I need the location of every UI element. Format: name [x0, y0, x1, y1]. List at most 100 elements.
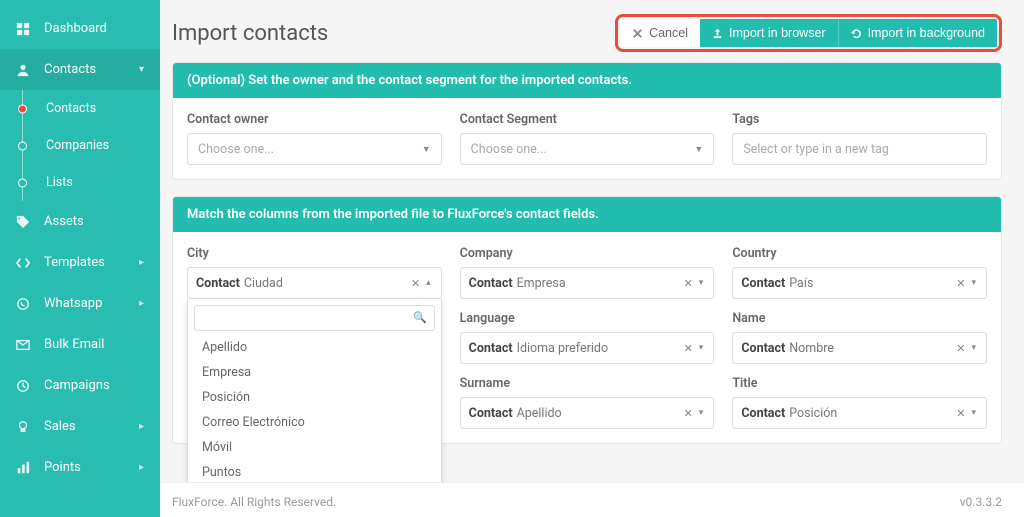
field-mapping-select[interactable]: Contact Posición✕▾	[732, 397, 987, 429]
field-label-owner: Contact owner	[187, 112, 442, 127]
sidebar-item-templates[interactable]: Templates ▸	[0, 242, 160, 283]
import-browser-button[interactable]: Import in browser	[700, 19, 838, 47]
sidebar-item-label: Bulk Email	[44, 337, 104, 352]
clear-icon[interactable]: ✕	[680, 277, 697, 290]
sidebar-item-label: Contacts	[46, 101, 96, 116]
sidebar-subitem-contacts[interactable]: Contacts	[22, 90, 160, 127]
select-placeholder: Choose one...	[471, 142, 547, 157]
caret-icon[interactable]: ▾	[697, 343, 706, 353]
clear-icon[interactable]: ✕	[952, 342, 969, 355]
field-dropdown: 🔍 ApellidoEmpresaPosiciónCorreo Electróni…	[187, 299, 442, 482]
column-label: Company	[460, 246, 715, 261]
sidebar-submenu: Contacts Companies Lists	[0, 90, 160, 201]
field-mapping-select[interactable]: Contact País ✕▾	[732, 267, 987, 299]
clear-icon[interactable]: ✕	[407, 277, 424, 290]
entity-label: Contact	[196, 276, 240, 291]
action-bar: Cancel Import in browser Import in backg…	[615, 14, 1002, 52]
footer: FluxForce. All Rights Reserved. v0.3.3.2	[160, 482, 1024, 517]
sidebar-item-sales[interactable]: Sales ▸	[0, 406, 160, 447]
chevron-down-icon: ▼	[694, 144, 703, 155]
dropdown-option[interactable]: Posición	[194, 385, 435, 410]
field-mapping-select[interactable]: Contact Apellido✕▾	[460, 397, 715, 429]
dropdown-option[interactable]: Empresa	[194, 360, 435, 385]
field-mapping-select[interactable]: Contact Nombre ✕▾	[732, 332, 987, 364]
tags-input[interactable]: Select or type in a new tag	[732, 133, 987, 165]
chevron-right-icon: ▸	[139, 421, 144, 432]
caret-icon[interactable]: ▾	[969, 278, 978, 288]
field-value: País	[789, 276, 813, 291]
panel-heading: (Optional) Set the owner and the contact…	[173, 63, 1001, 98]
sidebar-item-label: Assets	[44, 214, 84, 229]
sidebar-item-bulk-email[interactable]: Bulk Email	[0, 324, 160, 365]
sidebar-item-assets[interactable]: Assets	[0, 201, 160, 242]
sidebar-item-dashboard[interactable]: Dashboard	[0, 8, 160, 49]
sidebar-item-label: Sales	[44, 419, 76, 434]
clear-icon[interactable]: ✕	[952, 277, 969, 290]
sidebar-subitem-lists[interactable]: Lists	[22, 164, 160, 201]
mail-icon	[16, 338, 30, 352]
clear-icon[interactable]: ✕	[952, 407, 969, 420]
field-label-segment: Contact Segment	[460, 112, 715, 127]
dropdown-option[interactable]: Apellido	[194, 335, 435, 360]
field-mapping-select[interactable]: Contact Ciudad ✕▴	[187, 267, 442, 299]
caret-icon[interactable]: ▾	[697, 408, 706, 418]
caret-icon[interactable]: ▾	[697, 278, 706, 288]
field-value: Empresa	[517, 276, 566, 291]
whatsapp-icon	[16, 297, 30, 311]
input-placeholder: Select or type in a new tag	[743, 142, 889, 157]
sidebar-item-label: Whatsapp	[44, 296, 102, 311]
caret-icon[interactable]: ▴	[424, 278, 433, 288]
column-label: City	[187, 246, 442, 261]
field-value: Posición	[789, 406, 837, 421]
code-icon	[16, 256, 30, 270]
owner-panel: (Optional) Set the owner and the contact…	[172, 62, 1002, 180]
column-label: Country	[732, 246, 987, 261]
caret-icon[interactable]: ▾	[969, 343, 978, 353]
column-label: Surname	[460, 376, 715, 391]
field-mapping-select[interactable]: Contact Empresa ✕▾	[460, 267, 715, 299]
field-value: Ciudad	[244, 276, 283, 291]
clear-icon[interactable]: ✕	[680, 407, 697, 420]
sidebar-item-campaigns[interactable]: Campaigns	[0, 365, 160, 406]
button-label: Cancel	[649, 26, 688, 40]
sidebar: Dashboard Contacts ▾ Contacts Companies …	[0, 0, 160, 517]
clock-icon	[16, 379, 30, 393]
dropdown-option[interactable]: Puntos	[194, 460, 435, 482]
select-placeholder: Choose one...	[198, 142, 274, 157]
field-value: Nombre	[789, 341, 834, 356]
dropdown-option[interactable]: Móvil	[194, 435, 435, 460]
sidebar-item-label: Campaigns	[44, 378, 110, 393]
cancel-button[interactable]: Cancel	[620, 19, 700, 47]
search-icon: 🔍	[413, 311, 427, 324]
dropdown-option[interactable]: Correo Electrónico	[194, 410, 435, 435]
chevron-down-icon: ▾	[139, 64, 144, 75]
chevron-right-icon: ▸	[139, 298, 144, 309]
entity-label: Contact	[469, 406, 513, 421]
entity-label: Contact	[741, 276, 785, 291]
history-icon	[851, 28, 862, 39]
entity-label: Contact	[469, 341, 513, 356]
clear-icon[interactable]: ✕	[680, 342, 697, 355]
sidebar-item-points[interactable]: Points ▸	[0, 447, 160, 488]
sidebar-item-label: Dashboard	[44, 21, 107, 36]
sidebar-subitem-companies[interactable]: Companies	[22, 127, 160, 164]
sidebar-item-contacts[interactable]: Contacts ▾	[0, 49, 160, 90]
chevron-right-icon: ▸	[139, 462, 144, 473]
column-label: Language	[460, 311, 715, 326]
chart-icon	[16, 461, 30, 475]
field-mapping-select[interactable]: Contact Idioma preferido✕▾	[460, 332, 715, 364]
sidebar-item-label: Contacts	[44, 62, 96, 77]
sidebar-item-whatsapp[interactable]: Whatsapp ▸	[0, 283, 160, 324]
panel-heading: Match the columns from the imported file…	[173, 197, 1001, 232]
contact-segment-select[interactable]: Choose one... ▼	[460, 133, 715, 165]
sidebar-item-label: Companies	[46, 138, 109, 153]
dropdown-search-input[interactable]	[194, 305, 435, 331]
button-label: Import in browser	[729, 26, 826, 40]
entity-label: Contact	[469, 276, 513, 291]
bulb-icon	[16, 420, 30, 434]
import-background-button[interactable]: Import in background	[838, 19, 997, 47]
entity-label: Contact	[741, 341, 785, 356]
contact-owner-select[interactable]: Choose one... ▼	[187, 133, 442, 165]
caret-icon[interactable]: ▾	[969, 408, 978, 418]
button-label: Import in background	[868, 26, 985, 40]
